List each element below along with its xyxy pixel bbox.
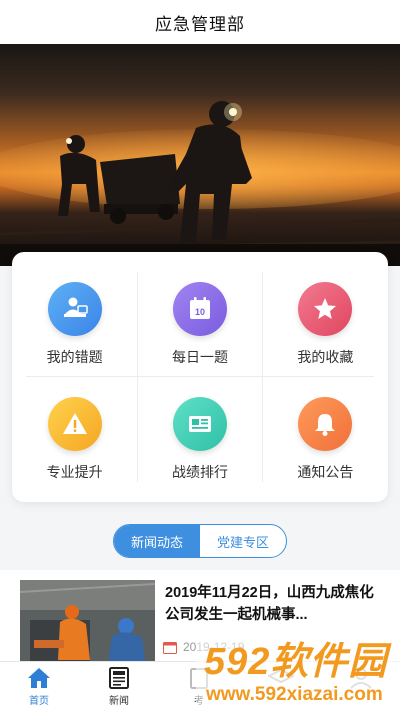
tab-party-building[interactable]: 党建专区: [200, 525, 286, 557]
calendar-icon-number: 10: [195, 307, 205, 317]
grid-item-announcements[interactable]: 通知公告: [263, 377, 388, 502]
grid-item-label: 通知公告: [297, 464, 354, 480]
teacher-desk-icon: [47, 282, 102, 336]
newspaper-icon: [109, 667, 129, 689]
grid-item-label: 我的收藏: [297, 349, 354, 365]
page-title: 应急管理部: [155, 14, 245, 34]
tabbar-label: 新闻: [109, 696, 129, 707]
grid-item-my-wrong-questions[interactable]: 我的错题: [12, 252, 137, 377]
tabbar-item-home[interactable]: 首页: [14, 666, 64, 710]
grid-item-my-favorites[interactable]: 我的收藏: [263, 252, 388, 377]
banner-image[interactable]: [0, 44, 400, 266]
bell-icon: [298, 397, 353, 451]
calendar-icon: [163, 641, 177, 654]
banner-miners-illustration: [0, 101, 400, 266]
tabbar-label: 首页: [29, 696, 49, 707]
top-header: 应急管理部: [0, 0, 400, 44]
app-page: 应急管理部 我的错题 10 每日一题 我的收藏 专业提升 战绩排行 通知公告 新…: [0, 0, 400, 711]
grid-item-label: 我的错题: [46, 349, 103, 365]
watermark-url: www.592xiazai.com: [206, 684, 383, 705]
grid-item-skill-improvement[interactable]: 专业提升: [12, 377, 137, 502]
feature-grid-card: 我的错题 10 每日一题 我的收藏 专业提升 战绩排行 通知公告: [12, 252, 388, 502]
news-tabs: 新闻动态 党建专区: [113, 524, 287, 558]
grid-item-label: 战绩排行: [171, 464, 228, 480]
news-title: 2019年11月22日，山西九成焦化公司发生一起机械事...: [165, 585, 374, 623]
news-thumbnail: [20, 580, 155, 665]
calendar-icon: 10: [172, 282, 227, 336]
tab-news[interactable]: 新闻动态: [114, 525, 200, 557]
star-icon: [298, 282, 353, 336]
tabbar-item-news[interactable]: 新闻: [94, 666, 144, 710]
newspaper-icon: [172, 397, 227, 451]
watermark-brand: 592软件园: [204, 641, 388, 683]
grid-item-daily-question[interactable]: 10 每日一题: [137, 252, 262, 377]
grid-item-label: 专业提升: [46, 464, 103, 480]
grid-item-ranking[interactable]: 战绩排行: [137, 377, 262, 502]
grid-item-label: 每日一题: [171, 349, 228, 365]
warning-icon: [47, 397, 102, 451]
home-icon: [28, 668, 50, 688]
